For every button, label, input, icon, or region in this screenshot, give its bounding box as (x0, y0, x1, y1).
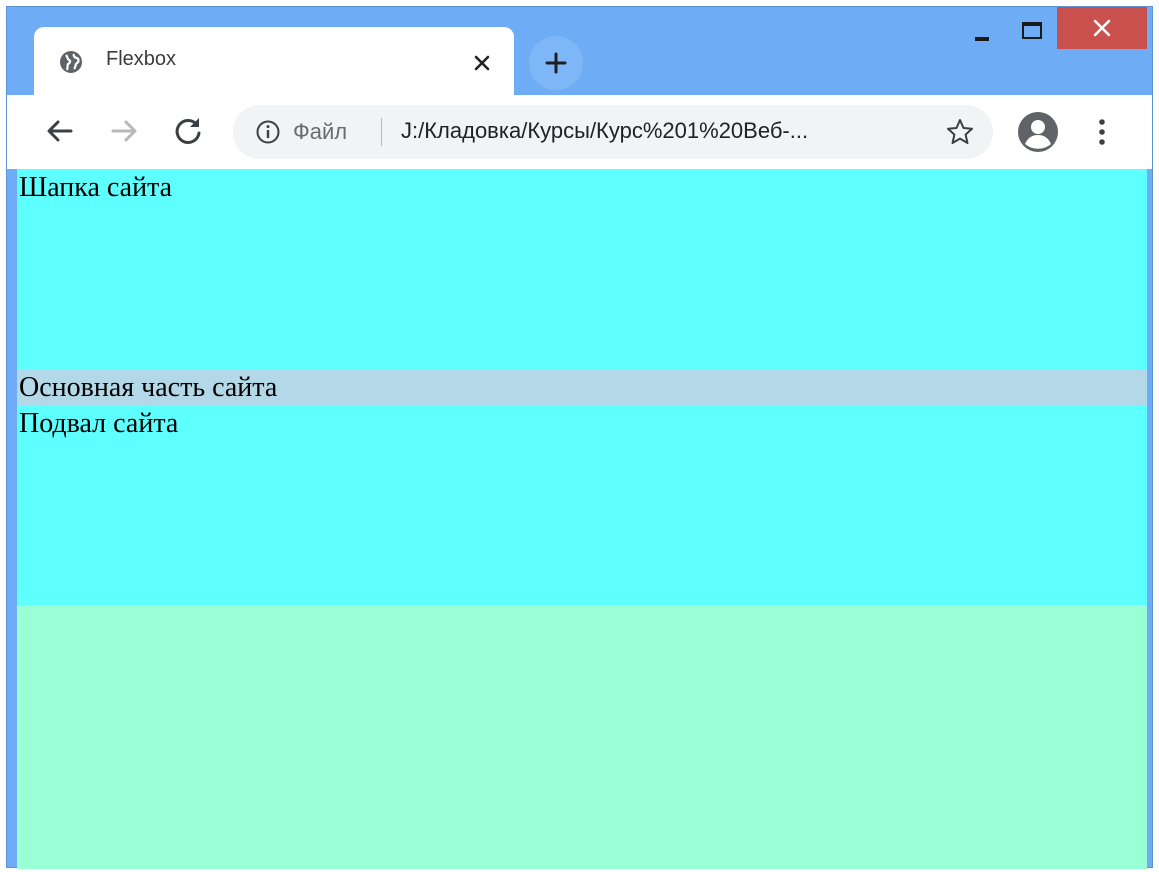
kebab-menu-icon[interactable] (1090, 115, 1114, 149)
main-text: Основная часть сайта (19, 372, 278, 403)
address-separator (381, 118, 382, 146)
browser-window: Flexbox Файл J:/Кладовка/Курсы/Курс%201%… (6, 6, 1153, 869)
site-main: Основная часть сайта (17, 369, 1147, 405)
back-arrow-icon[interactable] (43, 114, 77, 148)
tab-title: Flexbox (106, 48, 177, 70)
tab-flexbox[interactable]: Flexbox (34, 27, 514, 95)
close-icon (1093, 19, 1111, 37)
forward-arrow-icon[interactable] (107, 114, 141, 148)
reload-icon[interactable] (171, 114, 205, 148)
tab-close-icon[interactable] (468, 49, 496, 77)
browser-toolbar: Файл J:/Кладовка/Курсы/Курс%201%20Веб-..… (7, 95, 1152, 169)
site-header: Шапка сайта (17, 169, 1147, 369)
page-viewport: Шапка сайта Основная часть сайта Подвал … (17, 169, 1147, 869)
header-text: Шапка сайта (19, 172, 173, 203)
url-text[interactable]: J:/Кладовка/Курсы/Курс%201%20Веб-... (401, 118, 931, 144)
new-tab-button[interactable] (529, 36, 583, 90)
info-icon[interactable] (255, 119, 281, 145)
minimize-icon[interactable] (967, 17, 1001, 47)
bookmark-star-icon[interactable] (945, 117, 975, 147)
footer-text: Подвал сайта (19, 408, 179, 439)
file-scheme-label: Файл (293, 119, 348, 144)
window-close-button[interactable] (1057, 7, 1147, 49)
address-bar[interactable]: Файл J:/Кладовка/Курсы/Курс%201%20Веб-..… (233, 105, 993, 159)
maximize-icon[interactable] (1015, 17, 1049, 47)
profile-avatar-icon[interactable] (1017, 111, 1059, 153)
site-footer: Подвал сайта (17, 405, 1147, 605)
globe-icon (60, 51, 82, 73)
plus-icon (545, 52, 567, 74)
